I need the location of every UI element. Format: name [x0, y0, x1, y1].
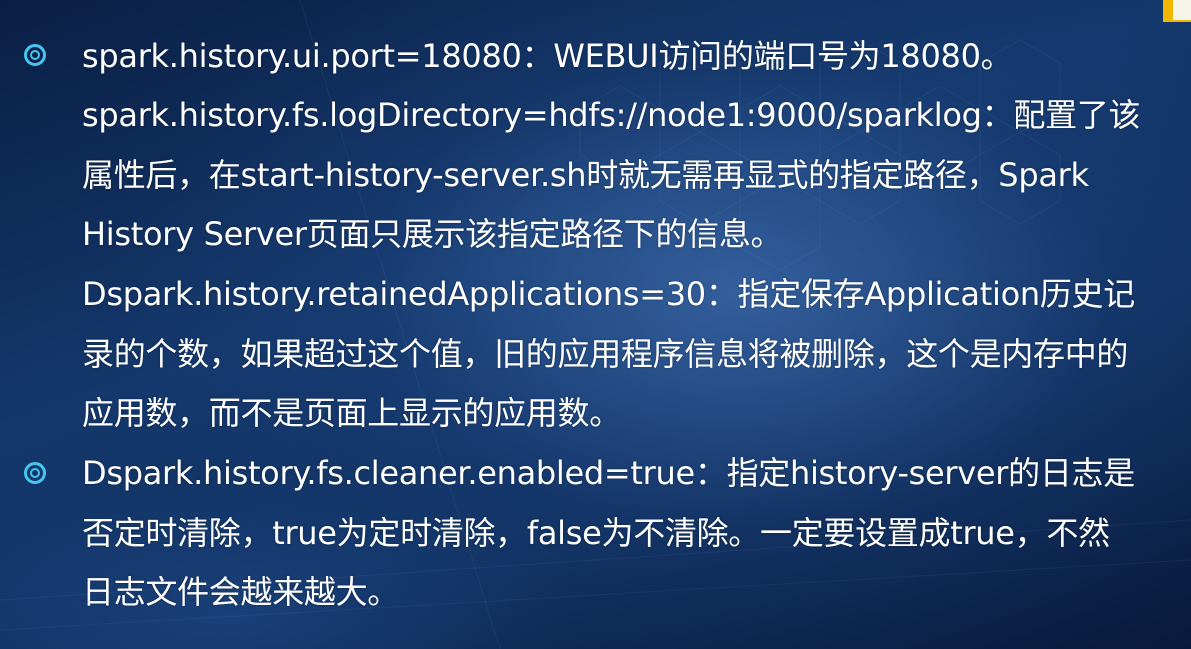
paragraph-4-line-2: 否定时清除，true为定时清除，false为不清除。一定要设置成true，不然 — [82, 514, 1110, 552]
paragraph-2-line-2: 属性后，在start-history-server.sh时就无需再显式的指定路径… — [82, 156, 1089, 194]
paragraph-4-line-3: 日志文件会越来越大。 — [82, 573, 400, 611]
paragraph-3-line-3: 应用数，而不是页面上显示的应用数。 — [82, 394, 621, 432]
paragraph-1-line-1: spark.history.ui.port=18080：WEBUI访问的端口号为… — [82, 37, 1013, 75]
paragraph-2-line-1: spark.history.fs.logDirectory=hdfs://nod… — [82, 96, 1141, 134]
paragraph-2-line-3: History Server页面只展示该指定路径下的信息。 — [82, 215, 783, 253]
paragraph-3-line-2: 录的个数，如果超过这个值，旧的应用程序信息将被删除，这个是内存中的 — [82, 335, 1129, 373]
paragraph-4-line-1: Dspark.history.fs.cleaner.enabled=true：指… — [82, 454, 1135, 492]
paragraph-3-line-1: Dspark.history.retainedApplications=30：指… — [82, 275, 1135, 313]
double-circle-bullet-icon — [24, 44, 46, 66]
double-circle-bullet-icon — [24, 462, 46, 484]
slide-content: spark.history.ui.port=18080：WEBUI访问的端口号为… — [0, 0, 1191, 649]
